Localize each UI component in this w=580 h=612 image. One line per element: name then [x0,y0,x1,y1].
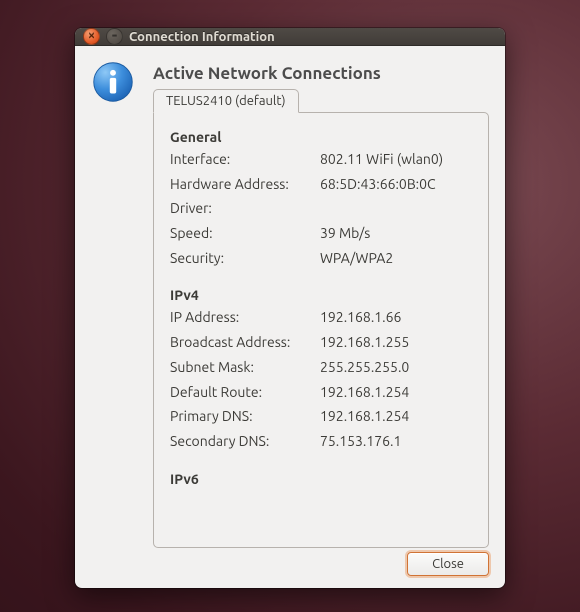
label-default-route: Default Route: [170,382,320,404]
page-title: Active Network Connections [153,64,489,83]
label-security: Security: [170,248,320,270]
label-subnet-mask: Subnet Mask: [170,357,320,379]
section-ipv4: IP Address: 192.168.1.66 Broadcast Addre… [170,307,472,452]
value-driver [320,198,472,220]
tab-panel: General Interface: 802.11 WiFi (wlan0) H… [153,112,489,548]
value-default-route: 192.168.1.254 [320,382,472,404]
window-close-button[interactable]: ✕ [83,28,100,45]
label-hardware-address: Hardware Address: [170,174,320,196]
window-title: Connection Information [129,30,275,44]
minimize-icon: – [112,32,117,41]
titlebar[interactable]: ✕ – Connection Information [75,28,505,46]
connection-info-window: ✕ – Connection Information [75,28,505,588]
label-primary-dns: Primary DNS: [170,406,320,428]
section-general-title: General [170,129,472,145]
label-ip-address: IP Address: [170,307,320,329]
label-speed: Speed: [170,223,320,245]
label-interface: Interface: [170,149,320,171]
button-row: Close [91,548,489,576]
value-secondary-dns: 75.153.176.1 [320,431,472,453]
close-icon: ✕ [88,32,96,41]
window-content: Active Network Connections TELUS2410 (de… [75,46,505,588]
value-broadcast-address: 192.168.1.255 [320,332,472,354]
window-minimize-button[interactable]: – [106,28,123,45]
close-button-label: Close [432,557,464,571]
tab-connection[interactable]: TELUS2410 (default) [153,89,299,113]
tab-label: TELUS2410 (default) [166,94,286,108]
header-right: Active Network Connections TELUS2410 (de… [153,60,489,548]
value-subnet-mask: 255.255.255.0 [320,357,472,379]
section-ipv4-title: IPv4 [170,287,472,303]
value-ip-address: 192.168.1.66 [320,307,472,329]
value-speed: 39 Mb/s [320,223,472,245]
label-secondary-dns: Secondary DNS: [170,431,320,453]
header-row: Active Network Connections TELUS2410 (de… [91,60,489,548]
tab-row: TELUS2410 (default) [153,89,489,112]
label-driver: Driver: [170,198,320,220]
tab-area: TELUS2410 (default) General Interface: 8… [153,89,489,548]
section-ipv6-title: IPv6 [170,471,472,487]
value-security: WPA/WPA2 [320,248,472,270]
info-icon [91,60,139,107]
value-interface: 802.11 WiFi (wlan0) [320,149,472,171]
value-primary-dns: 192.168.1.254 [320,406,472,428]
value-hardware-address: 68:5D:43:66:0B:0C [320,174,472,196]
label-broadcast-address: Broadcast Address: [170,332,320,354]
close-button[interactable]: Close [407,552,489,576]
section-general: Interface: 802.11 WiFi (wlan0) Hardware … [170,149,472,269]
